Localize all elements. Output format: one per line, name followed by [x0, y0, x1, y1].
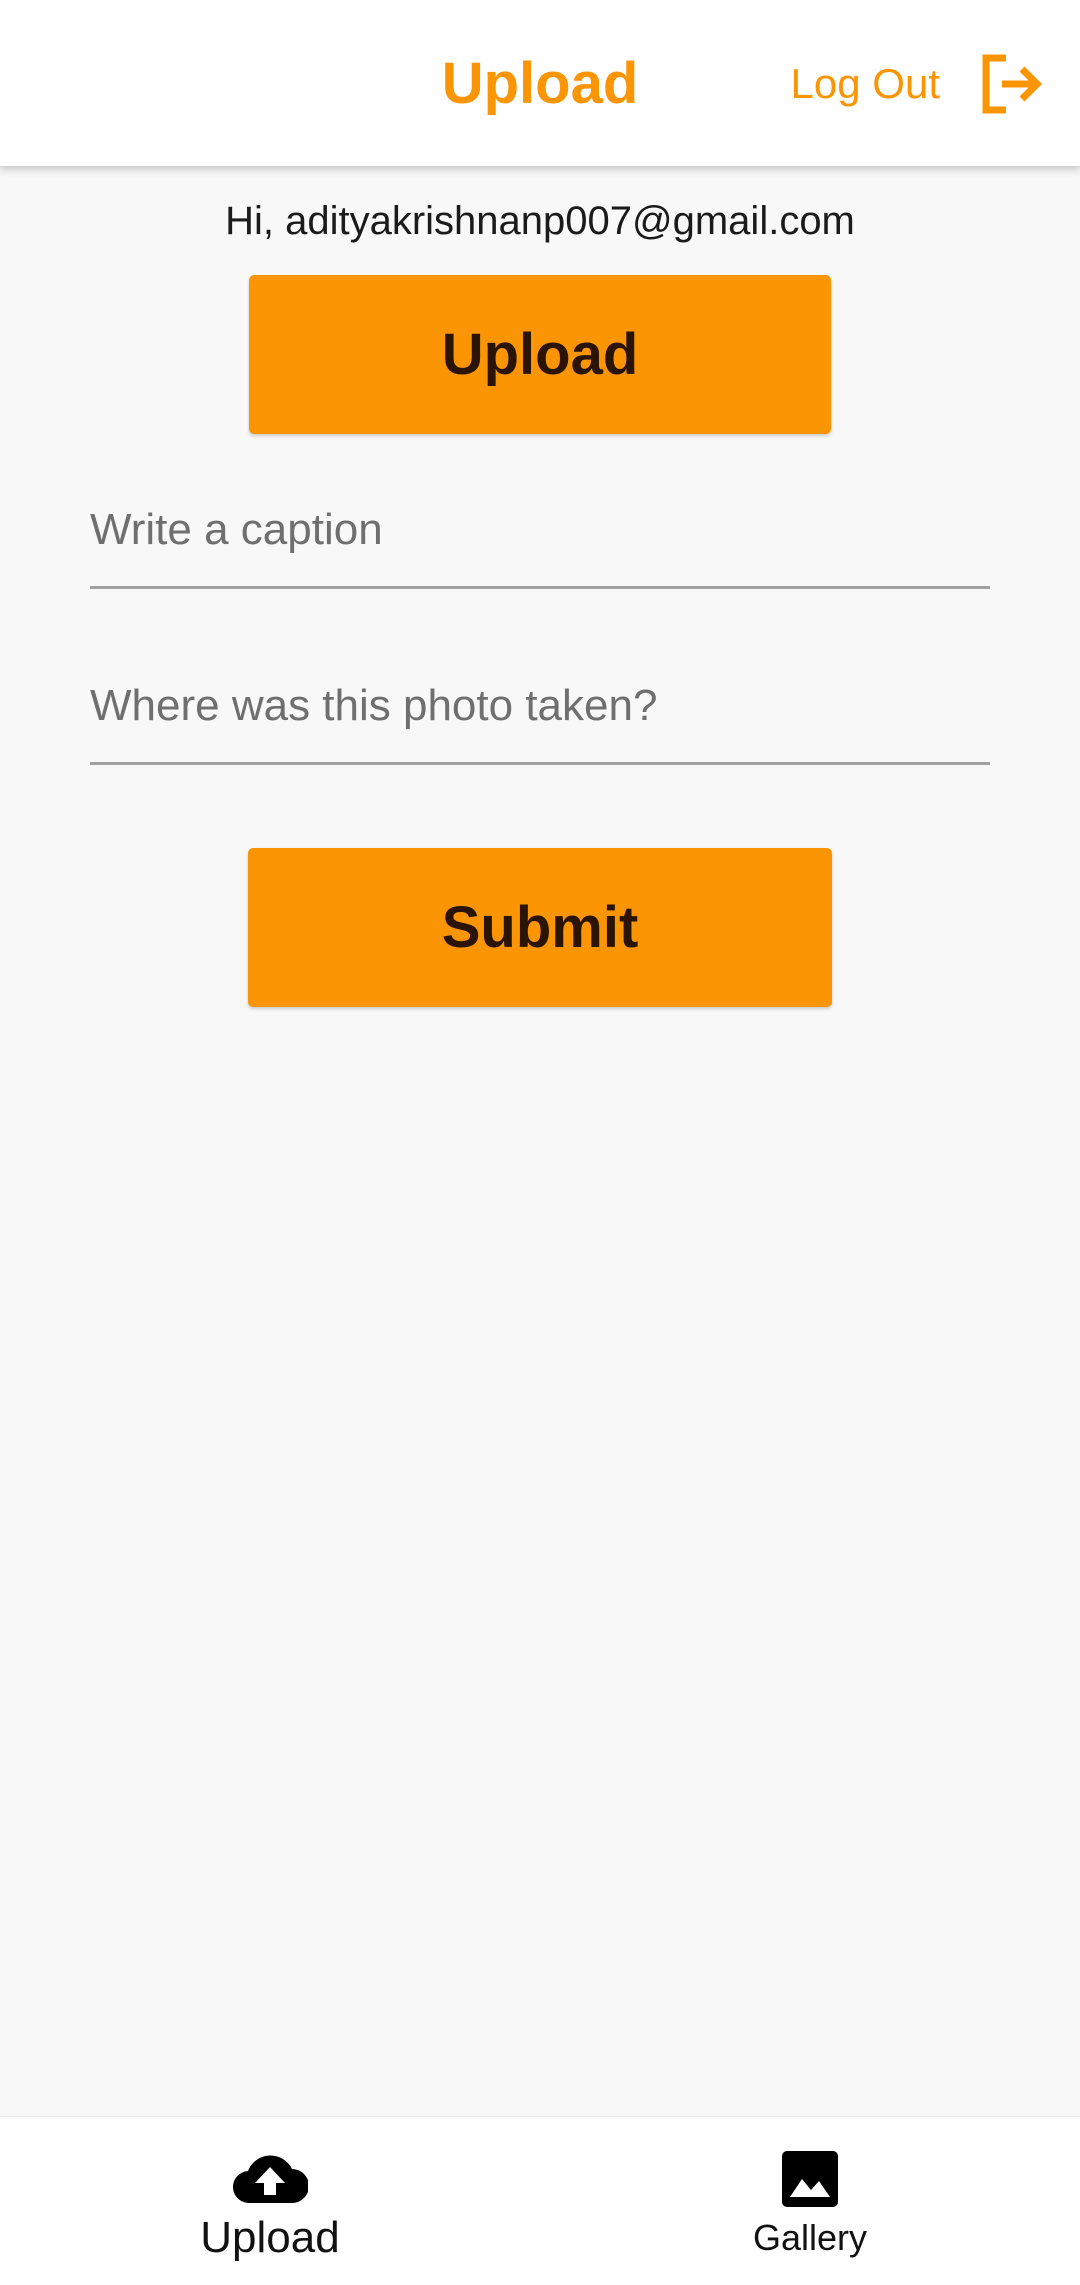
upload-button[interactable]: Upload [249, 275, 831, 434]
nav-label-gallery: Gallery [752, 2217, 868, 2258]
nav-item-upload[interactable]: Upload [0, 2117, 540, 2285]
image-icon [782, 2149, 838, 2209]
location-field [90, 662, 990, 765]
submit-button[interactable]: Submit [248, 848, 832, 1007]
cloud-upload-icon [232, 2149, 308, 2209]
logout-label: Log Out [790, 60, 940, 107]
caption-input[interactable] [90, 490, 990, 570]
caption-field [90, 486, 990, 589]
logout-button[interactable]: Log Out [791, 50, 1044, 118]
bottom-navigation: Upload Gallery [0, 2116, 1080, 2285]
location-input[interactable] [90, 666, 990, 746]
nav-label-upload: Upload [200, 2213, 340, 2262]
upload-content: Hi, adityakrishnanp007@gmail.com Upload … [0, 166, 1080, 2116]
nav-item-gallery[interactable]: Gallery [540, 2117, 1080, 2285]
logout-icon [980, 54, 1044, 114]
app-bar: Upload Log Out [0, 0, 1080, 166]
greeting-text: Hi, adityakrishnanp007@gmail.com [225, 199, 855, 243]
